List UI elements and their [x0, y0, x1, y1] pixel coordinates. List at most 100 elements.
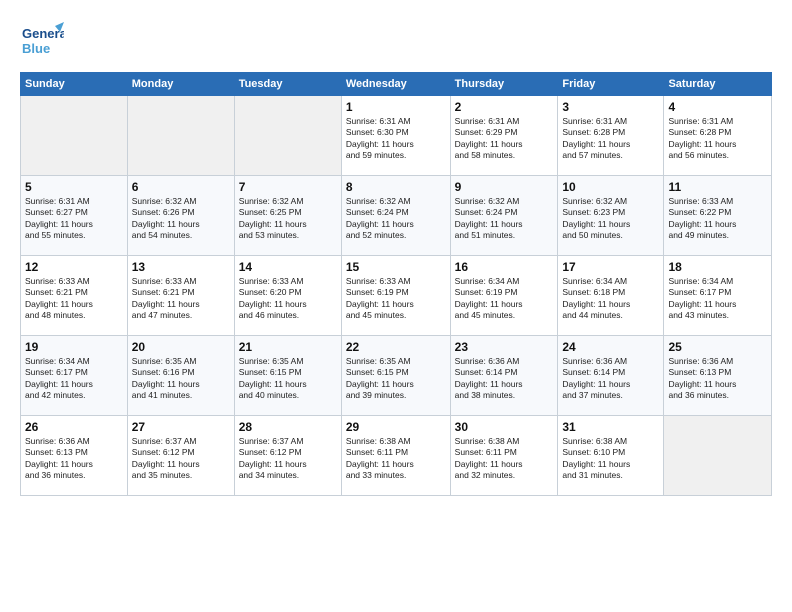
day-info: Sunrise: 6:31 AM Sunset: 6:28 PM Dayligh… [562, 116, 659, 162]
day-number: 14 [239, 260, 337, 274]
day-info: Sunrise: 6:31 AM Sunset: 6:27 PM Dayligh… [25, 196, 123, 242]
day-number: 9 [455, 180, 554, 194]
calendar-cell: 6 Sunrise: 6:32 AM Sunset: 6:26 PM Daylig… [127, 176, 234, 256]
calendar-cell: 10 Sunrise: 6:32 AM Sunset: 6:23 PM Dayli… [558, 176, 664, 256]
day-number: 29 [346, 420, 446, 434]
calendar-cell: 25Sunrise: 6:36 AM Sunset: 6:13 PM Dayli… [664, 336, 772, 416]
day-info: Sunrise: 6:34 AM Sunset: 6:17 PM Dayligh… [668, 276, 767, 322]
day-number: 25 [668, 340, 767, 354]
calendar-cell: 7 Sunrise: 6:32 AM Sunset: 6:25 PM Daylig… [234, 176, 341, 256]
day-number: 30 [455, 420, 554, 434]
day-info: Sunrise: 6:36 AM Sunset: 6:13 PM Dayligh… [25, 436, 123, 482]
day-number: 13 [132, 260, 230, 274]
day-number: 6 [132, 180, 230, 194]
day-number: 10 [562, 180, 659, 194]
calendar-cell: 15 Sunrise: 6:33 AM Sunset: 6:19 PM Dayli… [341, 256, 450, 336]
day-info: Sunrise: 6:33 AM Sunset: 6:21 PM Dayligh… [25, 276, 123, 322]
calendar-cell: 24Sunrise: 6:36 AM Sunset: 6:14 PM Dayli… [558, 336, 664, 416]
week-row-3: 12 Sunrise: 6:33 AM Sunset: 6:21 PM Dayli… [21, 256, 772, 336]
calendar-cell [664, 416, 772, 496]
day-number: 27 [132, 420, 230, 434]
day-info: Sunrise: 6:31 AM Sunset: 6:29 PM Dayligh… [455, 116, 554, 162]
day-number: 19 [25, 340, 123, 354]
calendar-cell: 28 Sunrise: 6:37 AM Sunset: 6:12 PM Dayli… [234, 416, 341, 496]
calendar-cell: 12 Sunrise: 6:33 AM Sunset: 6:21 PM Dayli… [21, 256, 128, 336]
day-number: 21 [239, 340, 337, 354]
week-row-2: 5 Sunrise: 6:31 AM Sunset: 6:27 PM Daylig… [21, 176, 772, 256]
day-info: Sunrise: 6:33 AM Sunset: 6:22 PM Dayligh… [668, 196, 767, 242]
day-info: Sunrise: 6:32 AM Sunset: 6:25 PM Dayligh… [239, 196, 337, 242]
day-number: 12 [25, 260, 123, 274]
day-number: 1 [346, 100, 446, 114]
day-info: Sunrise: 6:33 AM Sunset: 6:21 PM Dayligh… [132, 276, 230, 322]
day-info: Sunrise: 6:33 AM Sunset: 6:20 PM Dayligh… [239, 276, 337, 322]
day-number: 4 [668, 100, 767, 114]
day-info: Sunrise: 6:31 AM Sunset: 6:28 PM Dayligh… [668, 116, 767, 162]
weekday-header-thursday: Thursday [450, 73, 558, 96]
calendar-cell: 11 Sunrise: 6:33 AM Sunset: 6:22 PM Dayli… [664, 176, 772, 256]
day-info: Sunrise: 6:38 AM Sunset: 6:10 PM Dayligh… [562, 436, 659, 482]
day-number: 11 [668, 180, 767, 194]
calendar-cell: 20 Sunrise: 6:35 AM Sunset: 6:16 PM Dayli… [127, 336, 234, 416]
calendar-cell: 4 Sunrise: 6:31 AM Sunset: 6:28 PM Daylig… [664, 96, 772, 176]
day-number: 22 [346, 340, 446, 354]
day-number: 15 [346, 260, 446, 274]
weekday-header-friday: Friday [558, 73, 664, 96]
calendar-cell: 3 Sunrise: 6:31 AM Sunset: 6:28 PM Daylig… [558, 96, 664, 176]
weekday-header-row: SundayMondayTuesdayWednesdayThursdayFrid… [21, 73, 772, 96]
calendar-cell: 16Sunrise: 6:34 AM Sunset: 6:19 PM Dayli… [450, 256, 558, 336]
day-info: Sunrise: 6:35 AM Sunset: 6:15 PM Dayligh… [346, 356, 446, 402]
calendar-cell: 9Sunrise: 6:32 AM Sunset: 6:24 PM Daylig… [450, 176, 558, 256]
weekday-header-saturday: Saturday [664, 73, 772, 96]
day-number: 17 [562, 260, 659, 274]
day-info: Sunrise: 6:32 AM Sunset: 6:26 PM Dayligh… [132, 196, 230, 242]
day-number: 28 [239, 420, 337, 434]
page: General Blue SundayMondayTuesdayWednesda… [0, 0, 792, 612]
weekday-header-tuesday: Tuesday [234, 73, 341, 96]
calendar-table: SundayMondayTuesdayWednesdayThursdayFrid… [20, 72, 772, 496]
calendar-cell: 27 Sunrise: 6:37 AM Sunset: 6:12 PM Dayli… [127, 416, 234, 496]
svg-text:Blue: Blue [22, 41, 50, 56]
day-number: 31 [562, 420, 659, 434]
day-info: Sunrise: 6:38 AM Sunset: 6:11 PM Dayligh… [455, 436, 554, 482]
day-number: 7 [239, 180, 337, 194]
calendar-cell: 18Sunrise: 6:34 AM Sunset: 6:17 PM Dayli… [664, 256, 772, 336]
weekday-header-sunday: Sunday [21, 73, 128, 96]
calendar-cell [21, 96, 128, 176]
day-info: Sunrise: 6:34 AM Sunset: 6:19 PM Dayligh… [455, 276, 554, 322]
day-number: 5 [25, 180, 123, 194]
calendar-cell: 31 Sunrise: 6:38 AM Sunset: 6:10 PM Dayli… [558, 416, 664, 496]
day-info: Sunrise: 6:34 AM Sunset: 6:17 PM Dayligh… [25, 356, 123, 402]
logo-icon: General Blue [20, 18, 64, 62]
day-number: 26 [25, 420, 123, 434]
calendar-cell: 14 Sunrise: 6:33 AM Sunset: 6:20 PM Dayli… [234, 256, 341, 336]
day-number: 24 [562, 340, 659, 354]
calendar-cell [234, 96, 341, 176]
calendar-cell: 23Sunrise: 6:36 AM Sunset: 6:14 PM Dayli… [450, 336, 558, 416]
day-info: Sunrise: 6:32 AM Sunset: 6:24 PM Dayligh… [346, 196, 446, 242]
calendar-cell: 19 Sunrise: 6:34 AM Sunset: 6:17 PM Dayli… [21, 336, 128, 416]
day-info: Sunrise: 6:37 AM Sunset: 6:12 PM Dayligh… [239, 436, 337, 482]
day-info: Sunrise: 6:36 AM Sunset: 6:14 PM Dayligh… [455, 356, 554, 402]
calendar-cell: 5 Sunrise: 6:31 AM Sunset: 6:27 PM Daylig… [21, 176, 128, 256]
day-number: 3 [562, 100, 659, 114]
day-info: Sunrise: 6:35 AM Sunset: 6:16 PM Dayligh… [132, 356, 230, 402]
calendar-cell: 17Sunrise: 6:34 AM Sunset: 6:18 PM Dayli… [558, 256, 664, 336]
calendar-cell: 30 Sunrise: 6:38 AM Sunset: 6:11 PM Dayli… [450, 416, 558, 496]
calendar-cell: 26 Sunrise: 6:36 AM Sunset: 6:13 PM Dayli… [21, 416, 128, 496]
day-info: Sunrise: 6:38 AM Sunset: 6:11 PM Dayligh… [346, 436, 446, 482]
day-number: 20 [132, 340, 230, 354]
week-row-5: 26 Sunrise: 6:36 AM Sunset: 6:13 PM Dayli… [21, 416, 772, 496]
calendar-cell: 8 Sunrise: 6:32 AM Sunset: 6:24 PM Daylig… [341, 176, 450, 256]
week-row-4: 19 Sunrise: 6:34 AM Sunset: 6:17 PM Dayli… [21, 336, 772, 416]
calendar-cell: 1Sunrise: 6:31 AM Sunset: 6:30 PM Daylig… [341, 96, 450, 176]
day-info: Sunrise: 6:32 AM Sunset: 6:23 PM Dayligh… [562, 196, 659, 242]
day-number: 8 [346, 180, 446, 194]
calendar-cell: 13 Sunrise: 6:33 AM Sunset: 6:21 PM Dayli… [127, 256, 234, 336]
weekday-header-wednesday: Wednesday [341, 73, 450, 96]
header: General Blue [20, 18, 772, 62]
logo: General Blue [20, 18, 64, 62]
day-info: Sunrise: 6:37 AM Sunset: 6:12 PM Dayligh… [132, 436, 230, 482]
day-info: Sunrise: 6:33 AM Sunset: 6:19 PM Dayligh… [346, 276, 446, 322]
weekday-header-monday: Monday [127, 73, 234, 96]
